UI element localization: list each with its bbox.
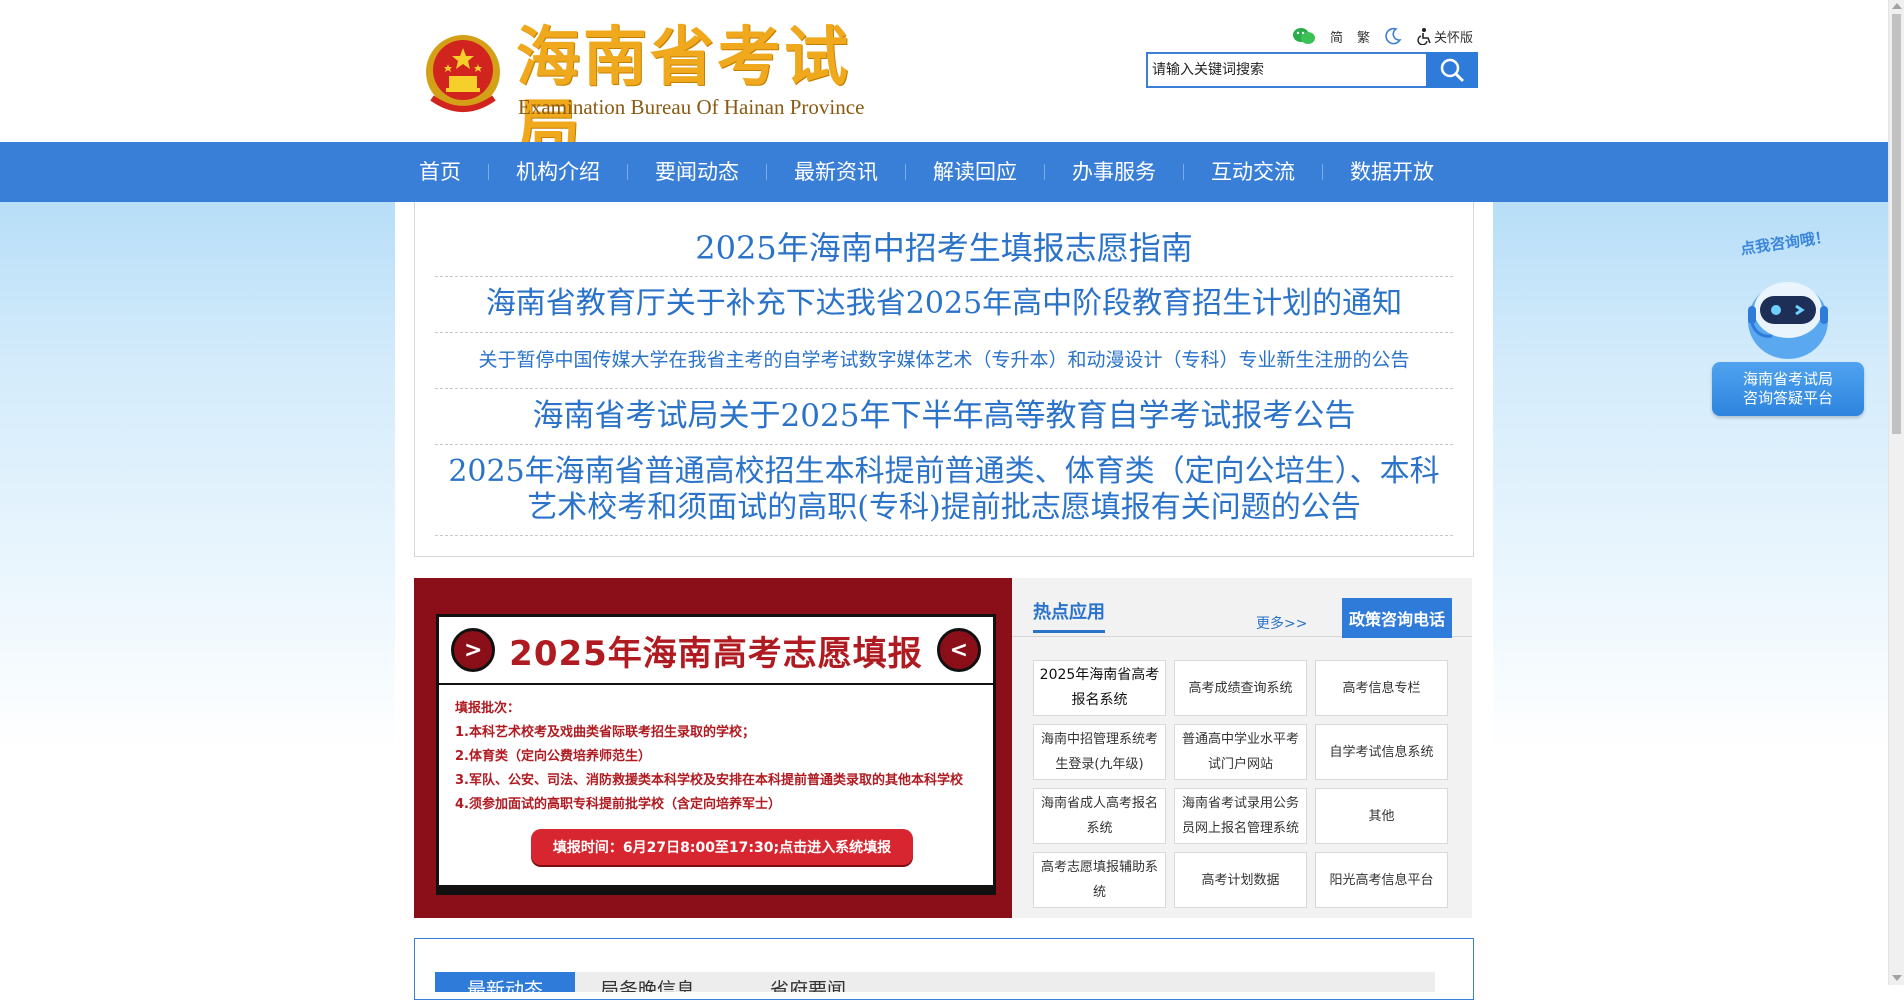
search-button[interactable]: [1426, 52, 1478, 88]
banner-line: 4.须参加面试的高职专科提前批学校（含定向培养军士）: [455, 797, 781, 812]
policy-phone-button[interactable]: 政策咨询电话: [1342, 598, 1452, 638]
scroll-down-icon[interactable]: [1892, 975, 1902, 981]
banner-line: 1.本科艺术校考及戏曲类省际联考招生录取的学校；: [455, 725, 755, 740]
care-mode-label: 关怀版: [1434, 30, 1474, 46]
scrollbar-thumb[interactable]: [1892, 14, 1901, 434]
consult-card: 海南省考试局 咨询答疑平台: [1712, 362, 1864, 416]
nav-item[interactable]: 解读回应: [906, 142, 1044, 202]
news-tabs-box: 最新动态 局务晚信息 省府要闻: [414, 938, 1474, 1000]
app-link[interactable]: 海南中招管理系统考生登录(九年级): [1033, 724, 1166, 780]
nav-item[interactable]: 最新资讯: [767, 142, 905, 202]
moon-icon[interactable]: [1384, 27, 1402, 45]
banner-title-row: > 2025年海南高考志愿填报 <: [439, 617, 993, 685]
nav-item[interactable]: 数据开放: [1323, 142, 1461, 202]
app-link[interactable]: 阳光高考信息平台: [1315, 852, 1448, 908]
robot-icon: [1748, 282, 1828, 359]
headline-item[interactable]: 海南省教育厅关于补充下达我省2025年高中阶段教育招生计划的通知: [435, 276, 1453, 333]
logo-english-title: Examination Bureau Of Hainan Province: [518, 95, 865, 119]
tab-latest[interactable]: 最新动态: [435, 972, 575, 992]
app-grid: 2025年海南省高考报名系统 高考成绩查询系统 高考信息专栏海南中招管理系统考生登录…: [1033, 660, 1450, 908]
nav-item[interactable]: 互动交流: [1184, 142, 1322, 202]
tab-province-news[interactable]: 省府要闻: [770, 972, 846, 992]
care-mode-link[interactable]: 关怀版: [1416, 27, 1473, 46]
consult-widget[interactable]: 点我咨询哦！ 海南省考试局 咨询答疑平台: [1712, 228, 1864, 417]
app-link[interactable]: 高考计划数据: [1174, 852, 1307, 908]
accessibility-icon: [1417, 28, 1431, 45]
banner-card: > 2025年海南高考志愿填报 < 填报批次： 1.本科艺术校考及戏曲类省际联考…: [436, 614, 996, 888]
headline-item[interactable]: 关于暂停中国传媒大学在我省主考的自学考试数字媒体艺术（专升本）和动漫设计（专科）…: [435, 332, 1453, 389]
banner-enter-button[interactable]: 填报时间：6月27日8:00至17:30;点击进入系统填报: [531, 829, 913, 865]
nav-item[interactable]: 首页: [412, 142, 488, 202]
search-icon: [1440, 58, 1465, 83]
app-link[interactable]: 2025年海南省高考报名系统: [1033, 660, 1166, 716]
app-link[interactable]: 其他: [1315, 788, 1448, 844]
main-content: 2025年海南中招考生填报志愿指南 海南省教育厅关于补充下达我省2025年高中阶…: [395, 202, 1493, 1000]
wechat-icon[interactable]: [1292, 27, 1316, 45]
headline-item[interactable]: 海南省考试局关于2025年下半年高等教育自学考试报考公告: [435, 388, 1453, 445]
simplified-chinese-link[interactable]: 简: [1330, 27, 1343, 46]
banner-body: 填报批次： 1.本科艺术校考及戏曲类省际联考招生录取的学校； 2.体育类（定向公…: [455, 697, 985, 817]
nav-item[interactable]: 办事服务: [1045, 142, 1183, 202]
gaokao-banner[interactable]: > 2025年海南高考志愿填报 < 填报批次： 1.本科艺术校考及戏曲类省际联考…: [414, 578, 1012, 918]
app-link[interactable]: 普通高中学业水平考试门户网站: [1174, 724, 1307, 780]
banner-line: 3.军队、公安、司法、消防救援类本科学校及安排在本科提前普通类录取的其他本科学校: [455, 773, 963, 788]
app-link[interactable]: 高考成绩查询系统: [1174, 660, 1307, 716]
hot-apps-title: 热点应用: [1033, 598, 1105, 633]
scroll-up-icon[interactable]: [1892, 3, 1902, 9]
consult-card-line2: 咨询答疑平台: [1742, 389, 1833, 407]
arrow-left-icon: <: [936, 628, 981, 672]
banner-title: 2025年海南高考志愿填报: [509, 633, 923, 674]
national-emblem-icon: [426, 35, 500, 112]
app-link[interactable]: 自学考试信息系统: [1315, 724, 1448, 780]
traditional-chinese-link[interactable]: 繁: [1357, 27, 1370, 46]
nav-item[interactable]: 要闻动态: [628, 142, 766, 202]
arrow-right-icon: >: [451, 628, 496, 672]
top-tools: 简 繁 关怀版: [1292, 24, 1473, 48]
tab-bureau-info[interactable]: 局务晚信息: [600, 972, 695, 992]
vertical-scrollbar[interactable]: [1888, 0, 1904, 985]
site-logo[interactable]: 海南省考试局 Examination Bureau Of Hainan Prov…: [424, 22, 894, 166]
nav-item[interactable]: 机构介绍: [489, 142, 627, 202]
tabs-bar: [435, 972, 1435, 992]
more-link[interactable]: 更多>>: [1256, 613, 1307, 633]
headline-item[interactable]: 2025年海南省普通高校招生本科提前普通类、体育类（定向公培生）、本科艺术校考和…: [435, 444, 1453, 536]
nav-items: 首页 机构介绍 要闻动态 最新资讯 解读回应 办事服务 互动交流 数据开放: [412, 142, 1461, 202]
banner-line: 2.体育类（定向公费培养师范生）: [455, 749, 651, 764]
search-input[interactable]: [1146, 52, 1430, 88]
app-link[interactable]: 海南省考试录用公务员网上报名管理系统: [1174, 788, 1307, 844]
app-link[interactable]: 海南省成人高考报名系统: [1033, 788, 1166, 844]
main-nav: 首页 机构介绍 要闻动态 最新资讯 解读回应 办事服务 互动交流 数据开放: [0, 142, 1888, 202]
consult-card-line1: 海南省考试局: [1742, 370, 1833, 388]
app-link[interactable]: 高考信息专栏: [1315, 660, 1448, 716]
headline-item[interactable]: 2025年海南中招考生填报志愿指南: [435, 220, 1453, 277]
headline-list: 2025年海南中招考生填报志愿指南 海南省教育厅关于补充下达我省2025年高中阶…: [414, 202, 1474, 557]
app-link[interactable]: 高考志愿填报辅助系统: [1033, 852, 1166, 908]
search-box: [1146, 52, 1478, 88]
site-header: 海南省考试局 Examination Bureau Of Hainan Prov…: [0, 0, 1888, 166]
banner-divider: [436, 885, 996, 895]
hot-apps-panel: 热点应用 更多>> 政策咨询电话 2025年海南省高考报名系统 高考成绩查询系统高…: [1012, 578, 1472, 918]
banner-line: 填报批次：: [455, 701, 521, 716]
